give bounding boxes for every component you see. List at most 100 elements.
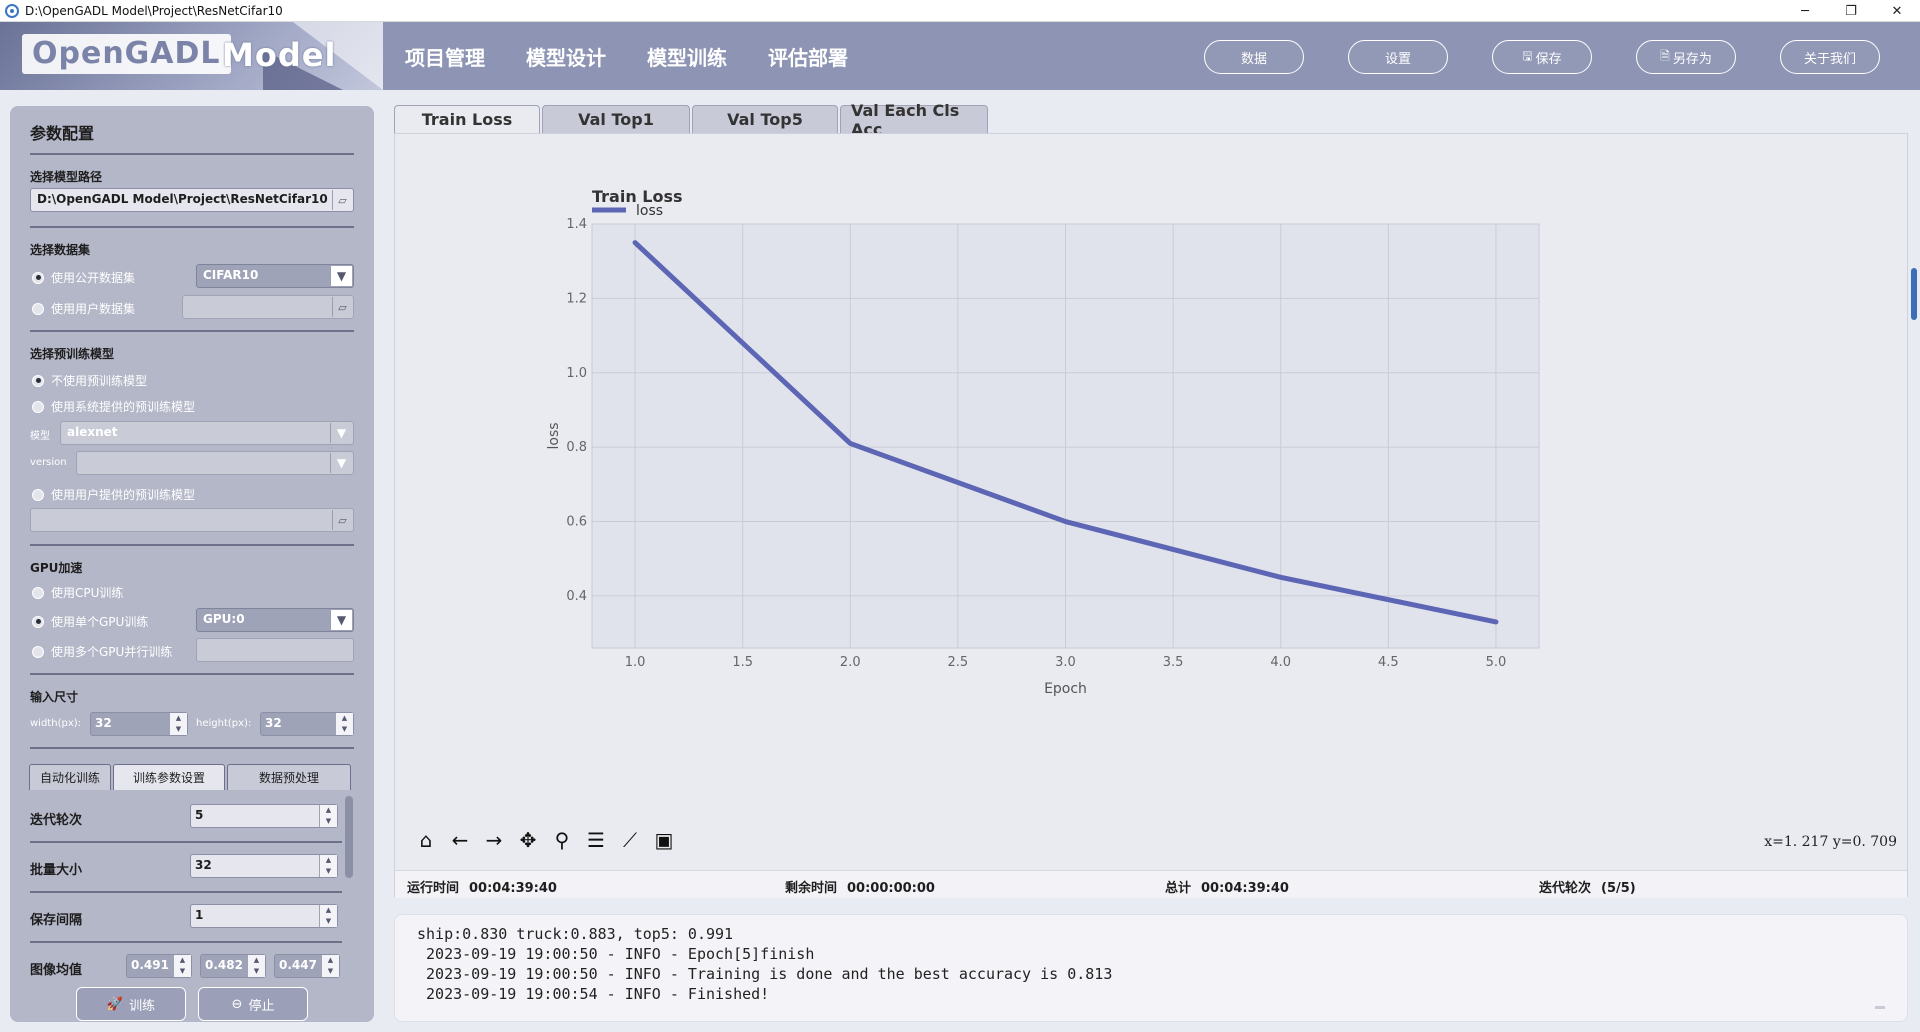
- height-spinbox[interactable]: 32 ▲ ▼: [260, 712, 354, 736]
- epochs-value: 5: [195, 808, 204, 822]
- save-figure-icon[interactable]: ▣: [647, 826, 681, 854]
- nav-project-management[interactable]: 项目管理: [405, 42, 485, 71]
- chevron-down-icon[interactable]: ▼: [330, 266, 352, 286]
- gpu-select[interactable]: GPU:0 ▼: [196, 608, 354, 632]
- pan-icon[interactable]: ✥: [511, 826, 545, 854]
- dataset-value: CIFAR10: [203, 268, 259, 282]
- cpu-train-radio[interactable]: 使用CPU训练: [32, 584, 123, 601]
- radio-dot: [32, 645, 44, 658]
- minimize-button[interactable]: ─: [1782, 0, 1828, 22]
- settings-button[interactable]: 设置: [1348, 40, 1448, 74]
- mean-g-spinbox[interactable]: 0.482 ▲ ▼: [200, 954, 266, 978]
- spin-arrows[interactable]: ▲ ▼: [169, 713, 187, 735]
- spin-down-icon[interactable]: ▼: [320, 816, 337, 827]
- spin-arrows[interactable]: ▲ ▼: [247, 955, 265, 977]
- training-log[interactable]: ship:0.830 truck:0.883, top5: 0.991 2023…: [394, 914, 1908, 1022]
- spin-up-icon[interactable]: ▲: [174, 955, 191, 966]
- epochs-spinbox[interactable]: 5 ▲ ▼: [190, 804, 338, 828]
- spin-arrows[interactable]: ▲ ▼: [319, 855, 337, 877]
- folder-open-icon[interactable]: ▱: [332, 297, 352, 317]
- tab-train-loss[interactable]: Train Loss: [394, 105, 540, 133]
- remaining-time: 剩余时间 00:00:00:00: [785, 877, 945, 896]
- user-pretrain-path-field[interactable]: ▱: [30, 508, 354, 532]
- tab-val-each-cls-acc[interactable]: Val Each Cls Acc: [840, 101, 988, 139]
- user-dataset-field[interactable]: ▱: [182, 295, 354, 319]
- gpu-label: GPU加速: [30, 561, 83, 575]
- train-button[interactable]: 🚀 训练: [76, 987, 186, 1021]
- edit-curve-icon[interactable]: ⟋: [613, 826, 647, 854]
- spin-down-icon[interactable]: ▼: [170, 724, 187, 735]
- folder-open-icon[interactable]: ▱: [332, 510, 352, 530]
- multi-gpu-field[interactable]: [196, 638, 354, 662]
- user-pretrain-radio[interactable]: 使用用户提供的预训练模型: [32, 486, 195, 503]
- spin-down-icon[interactable]: ▼: [248, 966, 265, 977]
- width-spinbox[interactable]: 32 ▲ ▼: [90, 712, 188, 736]
- system-pretrain-radio[interactable]: 使用系统提供的预训练模型: [32, 398, 195, 415]
- configure-icon[interactable]: ☰: [579, 826, 613, 854]
- spin-up-icon[interactable]: ▲: [336, 713, 353, 724]
- version-select[interactable]: ▼: [76, 451, 354, 475]
- spin-up-icon[interactable]: ▲: [320, 855, 337, 866]
- resize-grip[interactable]: [1875, 1006, 1885, 1009]
- spin-down-icon[interactable]: ▼: [174, 966, 191, 977]
- spin-arrows[interactable]: ▲ ▼: [319, 805, 337, 827]
- x-tick-label: 4.0: [1270, 655, 1291, 670]
- about-button[interactable]: 关于我们: [1780, 40, 1880, 74]
- multi-gpu-radio[interactable]: 使用多个GPU并行训练: [32, 643, 172, 660]
- restore-button[interactable]: ❐: [1828, 0, 1874, 22]
- mean-b-spinbox[interactable]: 0.447 ▲ ▼: [274, 954, 340, 978]
- remaining-time-label: 剩余时间: [785, 881, 838, 896]
- back-icon[interactable]: ←: [443, 826, 477, 854]
- data-button[interactable]: 数据: [1204, 40, 1304, 74]
- model-path-field[interactable]: D:\OpenGADL Model\Project\ResNetCifar10 …: [30, 188, 354, 212]
- close-button[interactable]: ✕: [1874, 0, 1920, 22]
- spin-arrows[interactable]: ▲ ▼: [321, 955, 339, 977]
- page-scrollbar[interactable]: [1911, 268, 1917, 320]
- spin-down-icon[interactable]: ▼: [320, 866, 337, 877]
- pretrain-model-select[interactable]: alexnet ▼: [60, 421, 354, 445]
- chevron-down-icon[interactable]: ▼: [330, 423, 352, 443]
- user-dataset-radio[interactable]: 使用用户数据集: [32, 300, 135, 317]
- x-tick-label: 3.5: [1163, 655, 1184, 670]
- public-dataset-radio[interactable]: 使用公开数据集: [32, 269, 135, 286]
- params-scrollbar[interactable]: [345, 796, 353, 878]
- x-tick-label: 1.5: [732, 655, 753, 670]
- nav-evaluate-deploy[interactable]: 评估部署: [768, 42, 848, 71]
- spin-arrows[interactable]: ▲ ▼: [319, 905, 337, 927]
- single-gpu-radio[interactable]: 使用单个GPU训练: [32, 613, 148, 630]
- save-button[interactable]: 🖫 保存: [1492, 40, 1592, 74]
- spin-up-icon[interactable]: ▲: [170, 713, 187, 724]
- public-dataset-select[interactable]: CIFAR10 ▼: [196, 264, 354, 288]
- spin-down-icon[interactable]: ▼: [320, 916, 337, 927]
- spin-arrows[interactable]: ▲ ▼: [335, 713, 353, 735]
- spin-down-icon[interactable]: ▼: [336, 724, 353, 735]
- no-pretrain-radio[interactable]: 不使用预训练模型: [32, 372, 147, 389]
- spin-up-icon[interactable]: ▲: [322, 955, 339, 966]
- nav-model-training[interactable]: 模型训练: [647, 42, 727, 71]
- divider: [30, 544, 354, 546]
- gpu-value: GPU:0: [203, 612, 245, 626]
- mean-r-spinbox[interactable]: 0.491 ▲ ▼: [126, 954, 192, 978]
- tab-training-params[interactable]: 训练参数设置: [113, 764, 225, 790]
- forward-icon[interactable]: →: [477, 826, 511, 854]
- spin-up-icon[interactable]: ▲: [320, 805, 337, 816]
- spin-up-icon[interactable]: ▲: [320, 905, 337, 916]
- save-interval-spinbox[interactable]: 1 ▲ ▼: [190, 904, 338, 928]
- zoom-icon[interactable]: ⚲: [545, 826, 579, 854]
- batch-spinbox[interactable]: 32 ▲ ▼: [190, 854, 338, 878]
- tab-val-top5[interactable]: Val Top5: [692, 105, 838, 133]
- spin-down-icon[interactable]: ▼: [322, 966, 339, 977]
- spin-up-icon[interactable]: ▲: [248, 955, 265, 966]
- stop-button[interactable]: ⊖ 停止: [198, 987, 308, 1021]
- nav-model-design[interactable]: 模型设计: [526, 42, 606, 71]
- home-icon[interactable]: ⌂: [409, 826, 443, 854]
- tab-data-preprocess[interactable]: 数据预处理: [227, 764, 351, 790]
- save-as-button[interactable]: 🗎 另存为: [1636, 40, 1736, 74]
- tab-val-top1[interactable]: Val Top1: [542, 105, 690, 133]
- folder-open-icon[interactable]: ▱: [332, 190, 352, 210]
- chevron-down-icon[interactable]: ▼: [330, 453, 352, 473]
- chevron-down-icon[interactable]: ▼: [330, 610, 352, 630]
- x-tick-label: 5.0: [1486, 655, 1507, 670]
- spin-arrows[interactable]: ▲ ▼: [173, 955, 191, 977]
- tab-auto-training[interactable]: 自动化训练: [29, 764, 111, 790]
